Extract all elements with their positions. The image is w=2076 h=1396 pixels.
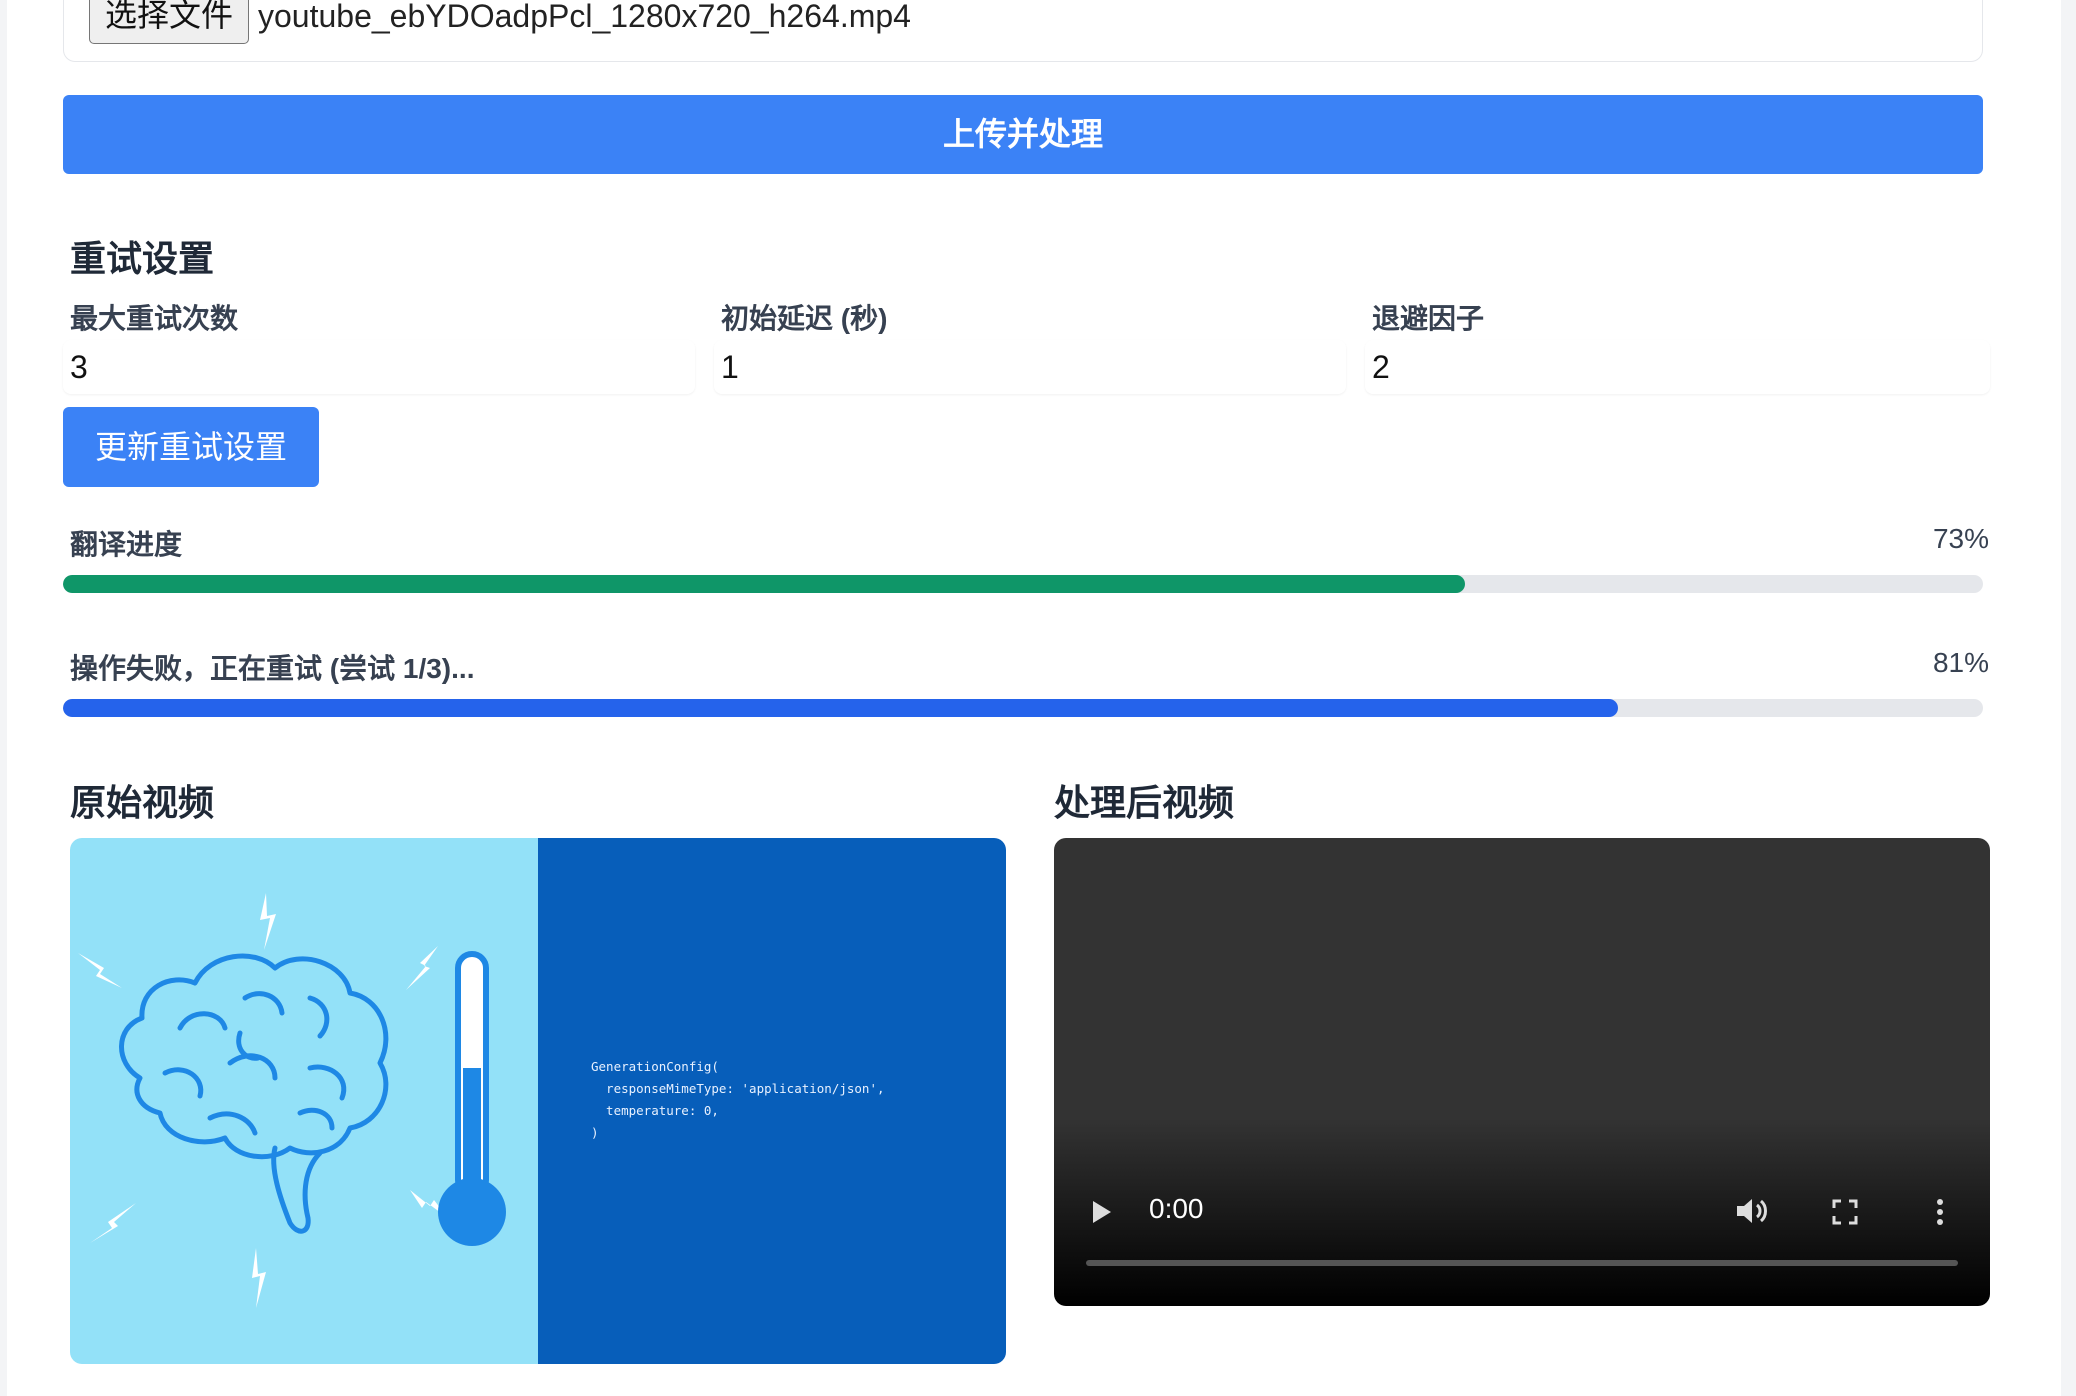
play-icon[interactable] (1091, 1199, 1113, 1225)
translation-progress-track (63, 575, 1983, 593)
choose-file-button[interactable]: 选择文件 (89, 0, 249, 44)
processed-video-title: 处理后视频 (1054, 782, 1235, 823)
code-snippet: GenerationConfig( responseMimeType: 'app… (591, 1059, 885, 1140)
translation-progress-label: 翻译进度 (70, 529, 183, 560)
selected-file-name: youtube_ebYDOadpPcl_1280x720_h264.mp4 (258, 0, 911, 34)
retry-progress-percent: 81% (1932, 647, 1989, 678)
original-video-title: 原始视频 (70, 782, 215, 823)
initial-delay-input[interactable]: 1 (714, 340, 1346, 394)
retry-status-label: 操作失败，正在重试 (尝试 1/3)... (70, 653, 475, 684)
original-video[interactable]: GenerationConfig( responseMimeType: 'app… (70, 838, 1006, 1364)
backoff-factor-label: 退避因子 (1372, 303, 1485, 334)
more-options-icon[interactable] (1935, 1198, 1945, 1226)
retry-progress-fill (63, 699, 1619, 717)
video-scrubber[interactable] (1086, 1260, 1958, 1266)
max-retries-input[interactable]: 3 (63, 340, 695, 394)
upload-and-process-button[interactable]: 上传并处理 (63, 95, 1983, 174)
max-retries-label: 最大重试次数 (70, 303, 239, 334)
video-illustration-panel (70, 838, 538, 1364)
update-retry-settings-button[interactable]: 更新重试设置 (63, 407, 319, 487)
brain-thermometer-illustration (78, 893, 506, 1308)
translation-progress-percent: 73% (1932, 523, 1989, 554)
translation-progress-fill (63, 575, 1465, 593)
retry-settings-title: 重试设置 (70, 238, 215, 279)
fullscreen-icon[interactable] (1832, 1199, 1858, 1225)
initial-delay-label: 初始延迟 (秒) (721, 303, 888, 334)
video-code-panel: GenerationConfig( responseMimeType: 'app… (538, 838, 1006, 1364)
player-time: 0:00 (1149, 1193, 1204, 1224)
processed-video-player[interactable]: 0:00 (1054, 838, 1990, 1306)
backoff-factor-input[interactable]: 2 (1365, 340, 1990, 394)
retry-progress-track (63, 699, 1983, 717)
volume-icon[interactable] (1734, 1195, 1770, 1227)
